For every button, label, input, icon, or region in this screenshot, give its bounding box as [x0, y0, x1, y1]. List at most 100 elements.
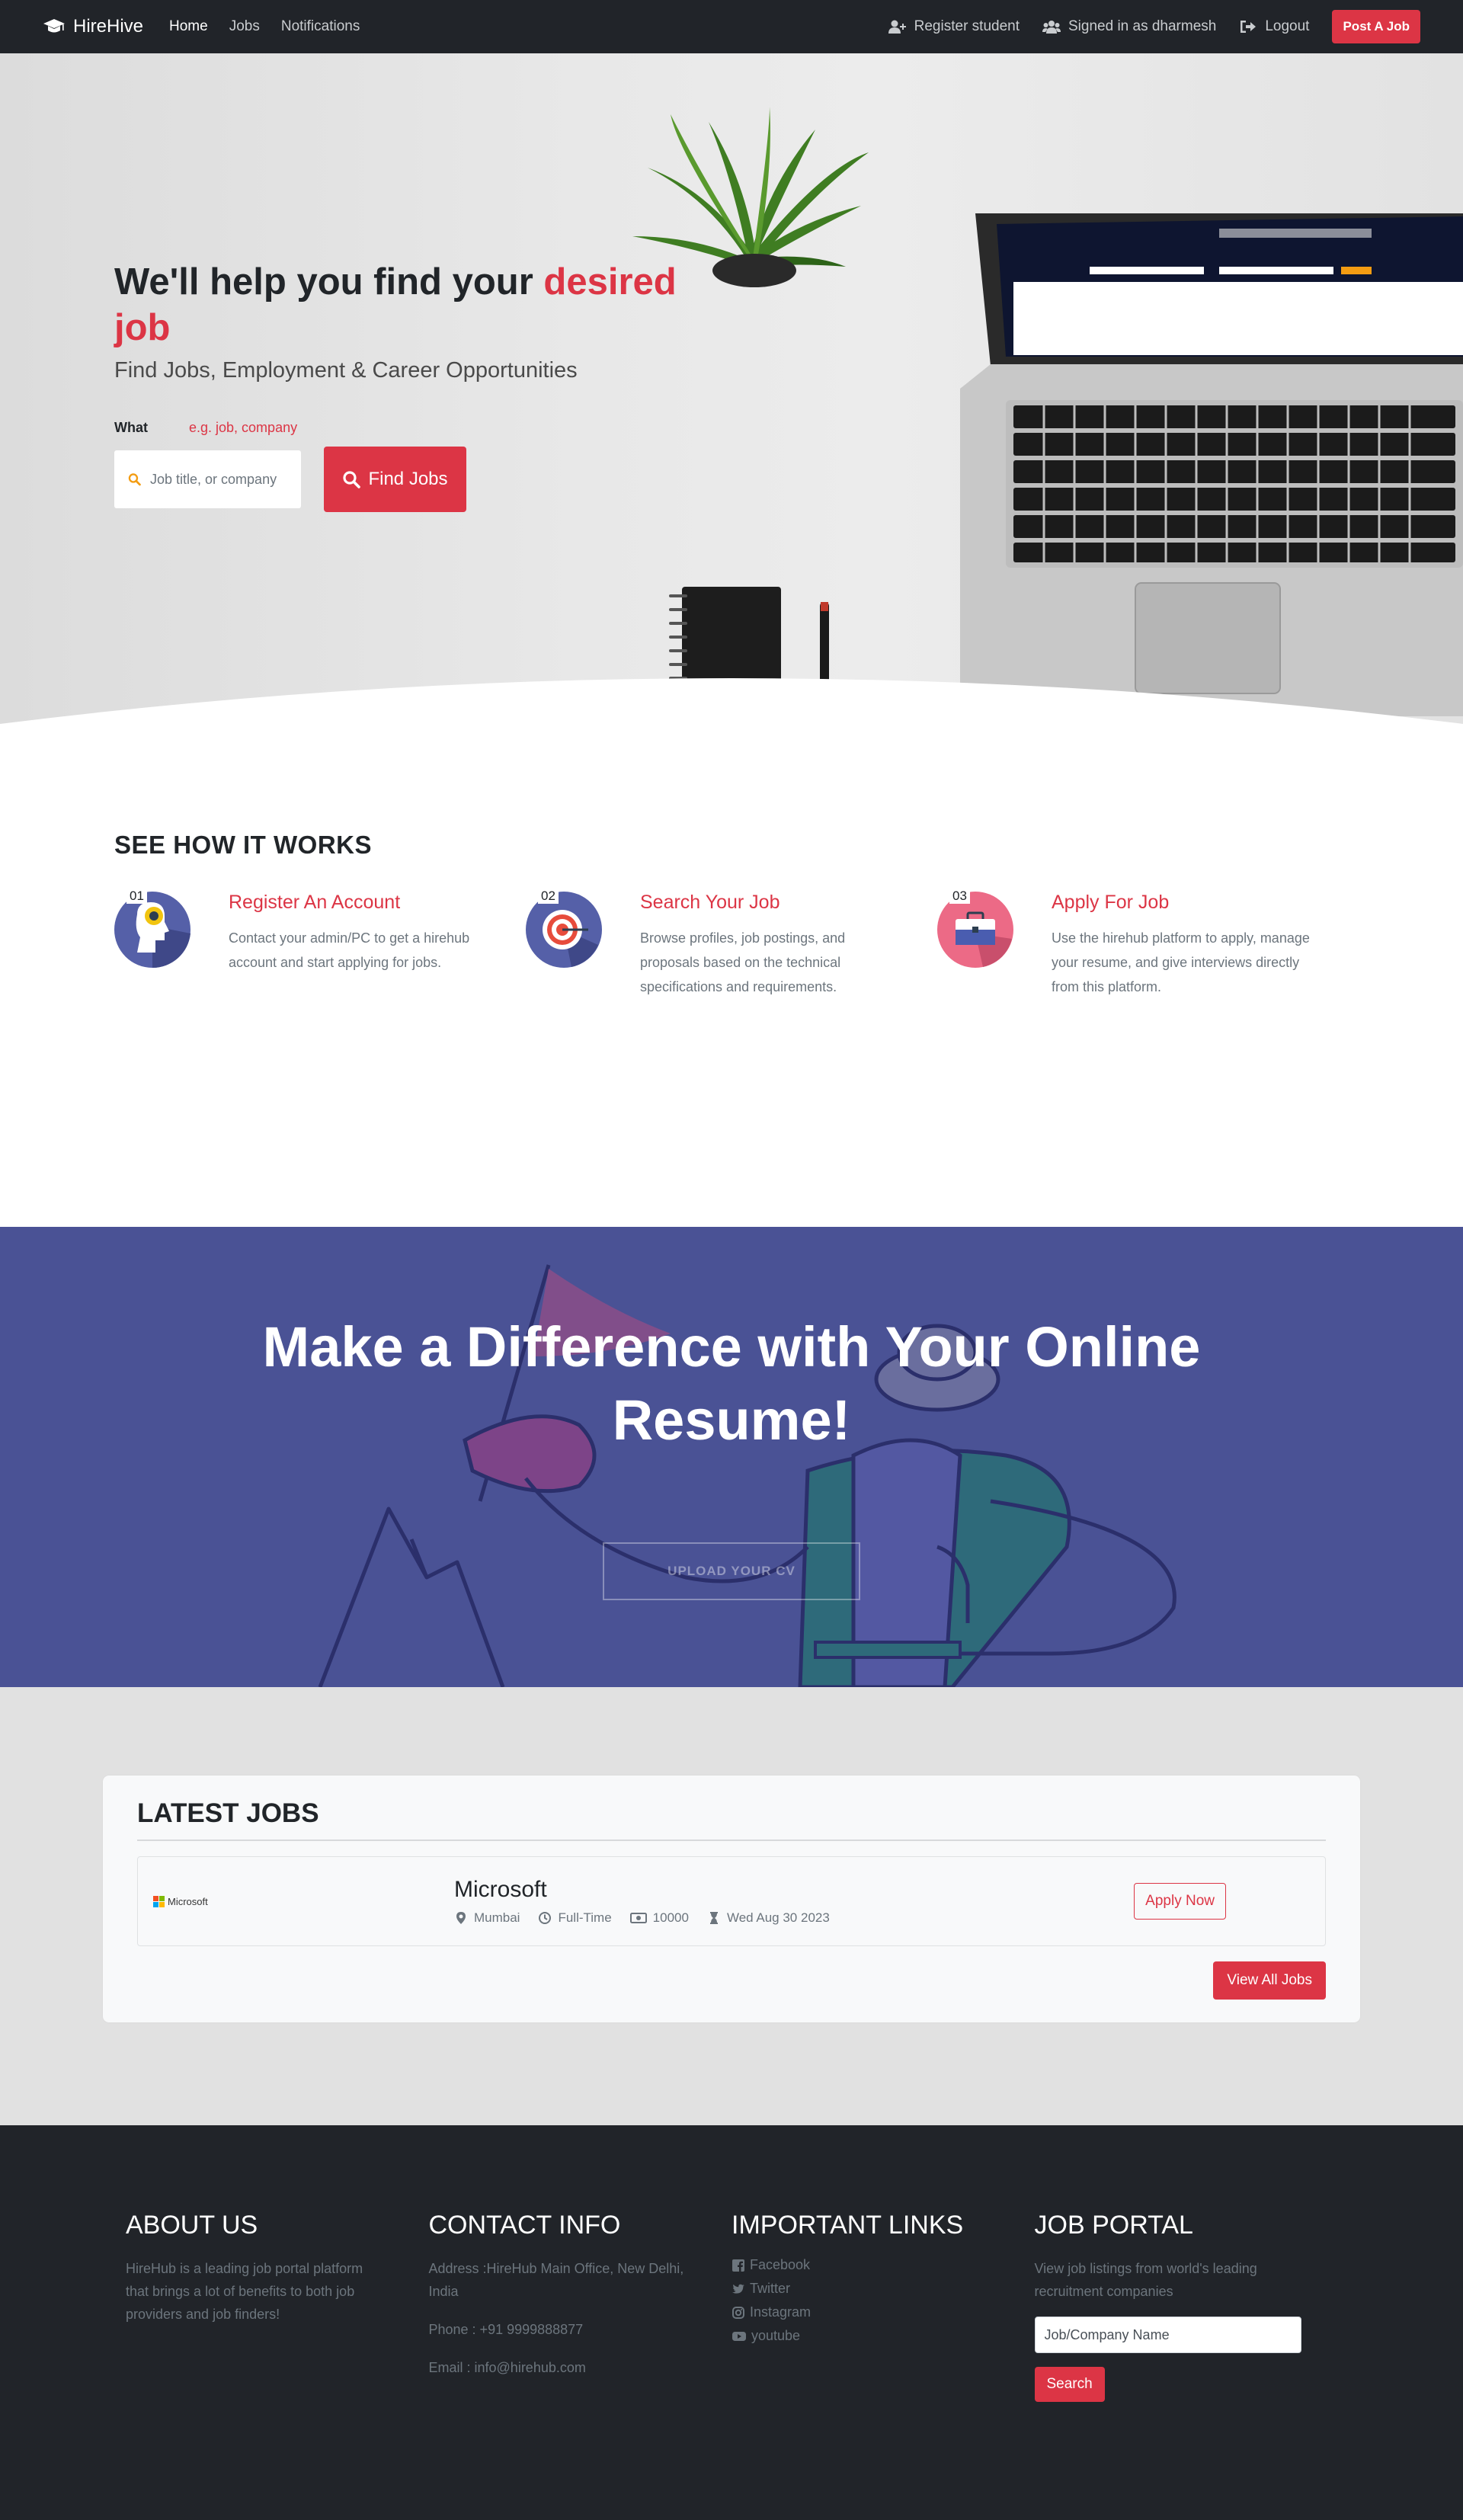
step-title: Search Your Job: [640, 892, 780, 913]
job-listing-row[interactable]: Microsoft Microsoft Mumbai Full-Time 100…: [137, 1856, 1326, 1946]
footer-phone: Phone : +91 9999888877: [428, 2322, 584, 2337]
user-plus-icon: [888, 20, 906, 34]
job-search-input[interactable]: [150, 471, 287, 488]
job-date-text: Wed Aug 30 2023: [726, 1910, 830, 1925]
latest-jobs-section: LATEST JOBS Microsoft Microsoft Mumbai F…: [0, 1687, 1463, 2125]
head-idea-icon: 01: [114, 889, 190, 969]
nav-notifications-link[interactable]: Notifications: [281, 18, 360, 35]
job-location-text: Mumbai: [474, 1910, 520, 1925]
what-hint: e.g. job, company: [189, 420, 298, 435]
instagram-label: Instagram: [750, 2304, 812, 2320]
search-row: Find Jobs: [114, 447, 709, 512]
brand-logo[interactable]: HireHive: [43, 16, 143, 37]
register-student-label: Register student: [914, 18, 1020, 34]
footer-contact-title: CONTACT INFO: [428, 2211, 621, 2240]
view-all-wrap: View All Jobs: [137, 1961, 1326, 2000]
logout-link[interactable]: Logout: [1239, 18, 1309, 35]
find-jobs-button[interactable]: Find Jobs: [324, 447, 466, 512]
instagram-link[interactable]: Instagram: [732, 2304, 1035, 2320]
nav-jobs-link[interactable]: Jobs: [229, 18, 260, 35]
twitter-link[interactable]: Twitter: [732, 2281, 1035, 2297]
job-meta: Mumbai Full-Time 10000 Wed Aug 30 2023: [454, 1910, 1134, 1926]
footer-about-text: HireHub is a leading job portal platform…: [126, 2261, 363, 2322]
search-icon: [343, 471, 361, 488]
laptop-image: [960, 213, 1463, 716]
target-icon: 02: [526, 889, 602, 968]
job-type-text: Full-Time: [558, 1910, 612, 1925]
users-icon: [1042, 21, 1061, 34]
job-salary: 10000: [629, 1910, 689, 1926]
footer-about: ABOUT US HireHub is a leading job portal…: [126, 2211, 429, 2520]
hero-title-accent: desired: [543, 261, 677, 303]
search-labels: What e.g. job, company: [114, 420, 709, 436]
footer-search-input[interactable]: [1034, 2317, 1301, 2353]
twitter-icon: [732, 2284, 744, 2294]
brand-name: HireHive: [73, 16, 144, 37]
nav-right: Register student Signed in as dharmesh L…: [888, 10, 1420, 43]
map-marker-icon: [456, 1912, 466, 1924]
facebook-link[interactable]: Facebook: [732, 2257, 1035, 2273]
step-number: 02: [538, 889, 559, 904]
footer-links: IMPORTANT LINKS Facebook Twitter Instagr…: [732, 2211, 1035, 2520]
cta-title: Make a Difference with Your Online Resume…: [0, 1227, 1463, 1457]
how-it-works-section: SEE HOW IT WORKS 01 Register An Account …: [0, 732, 1463, 1227]
step-item: 03 Apply For Job Use the hirehub platfor…: [937, 889, 1349, 999]
youtube-label: youtube: [751, 2328, 801, 2343]
hero-curve-divider: [0, 678, 1463, 732]
briefcase-icon: 03: [937, 889, 1013, 968]
find-jobs-label: Find Jobs: [368, 469, 448, 489]
job-info: Microsoft Mumbai Full-Time 10000 Wed Aug…: [454, 1877, 1134, 1926]
logout-label: Logout: [1265, 18, 1310, 34]
money-bill-icon: [629, 1913, 647, 1923]
hourglass-icon: [709, 1912, 718, 1924]
twitter-label: Twitter: [750, 2281, 791, 2296]
facebook-label: Facebook: [750, 2257, 811, 2272]
company-logo: Microsoft: [153, 1895, 454, 1907]
step-item: 02 Search Your Job Browse profiles, job …: [526, 889, 937, 999]
footer-search-button[interactable]: Search: [1034, 2367, 1105, 2402]
register-student-link[interactable]: Register student: [888, 18, 1020, 35]
job-search-box[interactable]: [114, 450, 301, 508]
step-title: Register An Account: [229, 892, 401, 913]
footer-about-title: ABOUT US: [126, 2211, 258, 2240]
graduation-cap-icon: [43, 19, 65, 33]
cta-title-line-2: Resume!: [612, 1388, 851, 1452]
job-type: Full-Time: [538, 1910, 612, 1926]
footer-email: Email : info@hirehub.com: [428, 2360, 586, 2375]
footer-contact: CONTACT INFO Address :HireHub Main Offic…: [429, 2211, 732, 2520]
signed-in-user[interactable]: Signed in as dharmesh: [1042, 18, 1216, 35]
latest-jobs-card: LATEST JOBS Microsoft Microsoft Mumbai F…: [103, 1776, 1360, 2022]
hero-subtitle: Find Jobs, Employment & Career Opportuni…: [114, 358, 578, 383]
footer-address: Address :HireHub Main Office, New Delhi,…: [428, 2261, 684, 2299]
what-label: What: [114, 420, 148, 435]
nav-home-link[interactable]: Home: [169, 18, 208, 35]
job-salary-text: 10000: [652, 1910, 689, 1925]
job-date: Wed Aug 30 2023: [707, 1910, 830, 1926]
job-company-name: Microsoft: [454, 1877, 547, 1902]
signed-in-label: Signed in as dharmesh: [1068, 18, 1217, 34]
footer-portal: JOB PORTAL View job listings from world'…: [1034, 2211, 1338, 2520]
step-description: Contact your admin/PC to get a hirehub a…: [229, 930, 470, 970]
steps-list: 01 Register An Account Contact your admi…: [114, 889, 1349, 999]
hero-title: We'll help you find your desired job: [114, 259, 709, 351]
apply-now-button[interactable]: Apply Now: [1134, 1883, 1226, 1920]
upload-cv-button[interactable]: UPLOAD YOUR CV: [603, 1542, 860, 1600]
step-description: Browse profiles, job postings, and propo…: [640, 930, 846, 994]
how-it-works-title: SEE HOW IT WORKS: [114, 831, 372, 859]
sign-out-icon: [1241, 21, 1257, 33]
hero-section: We'll help you find your desired job Find…: [0, 53, 1463, 732]
footer-portal-text: View job listings from world's leading r…: [1034, 2261, 1257, 2299]
youtube-icon: [732, 2331, 746, 2341]
latest-jobs-title: LATEST JOBS: [137, 1798, 1326, 1841]
view-all-jobs-button[interactable]: View All Jobs: [1213, 1961, 1326, 2000]
clock-icon: [539, 1912, 552, 1924]
facebook-icon: [732, 2259, 744, 2272]
company-logo-text: Microsoft: [168, 1895, 208, 1907]
footer-links-title: IMPORTANT LINKS: [732, 2211, 964, 2240]
resume-cta-section: Make a Difference with Your Online Resume…: [0, 1227, 1463, 1687]
nav-links: Home Jobs Notifications: [169, 18, 360, 35]
youtube-link[interactable]: youtube: [732, 2328, 1035, 2344]
post-job-button[interactable]: Post A Job: [1332, 10, 1420, 43]
step-title: Apply For Job: [1052, 892, 1170, 913]
footer-links-list: Facebook Twitter Instagram youtube: [732, 2257, 1035, 2344]
